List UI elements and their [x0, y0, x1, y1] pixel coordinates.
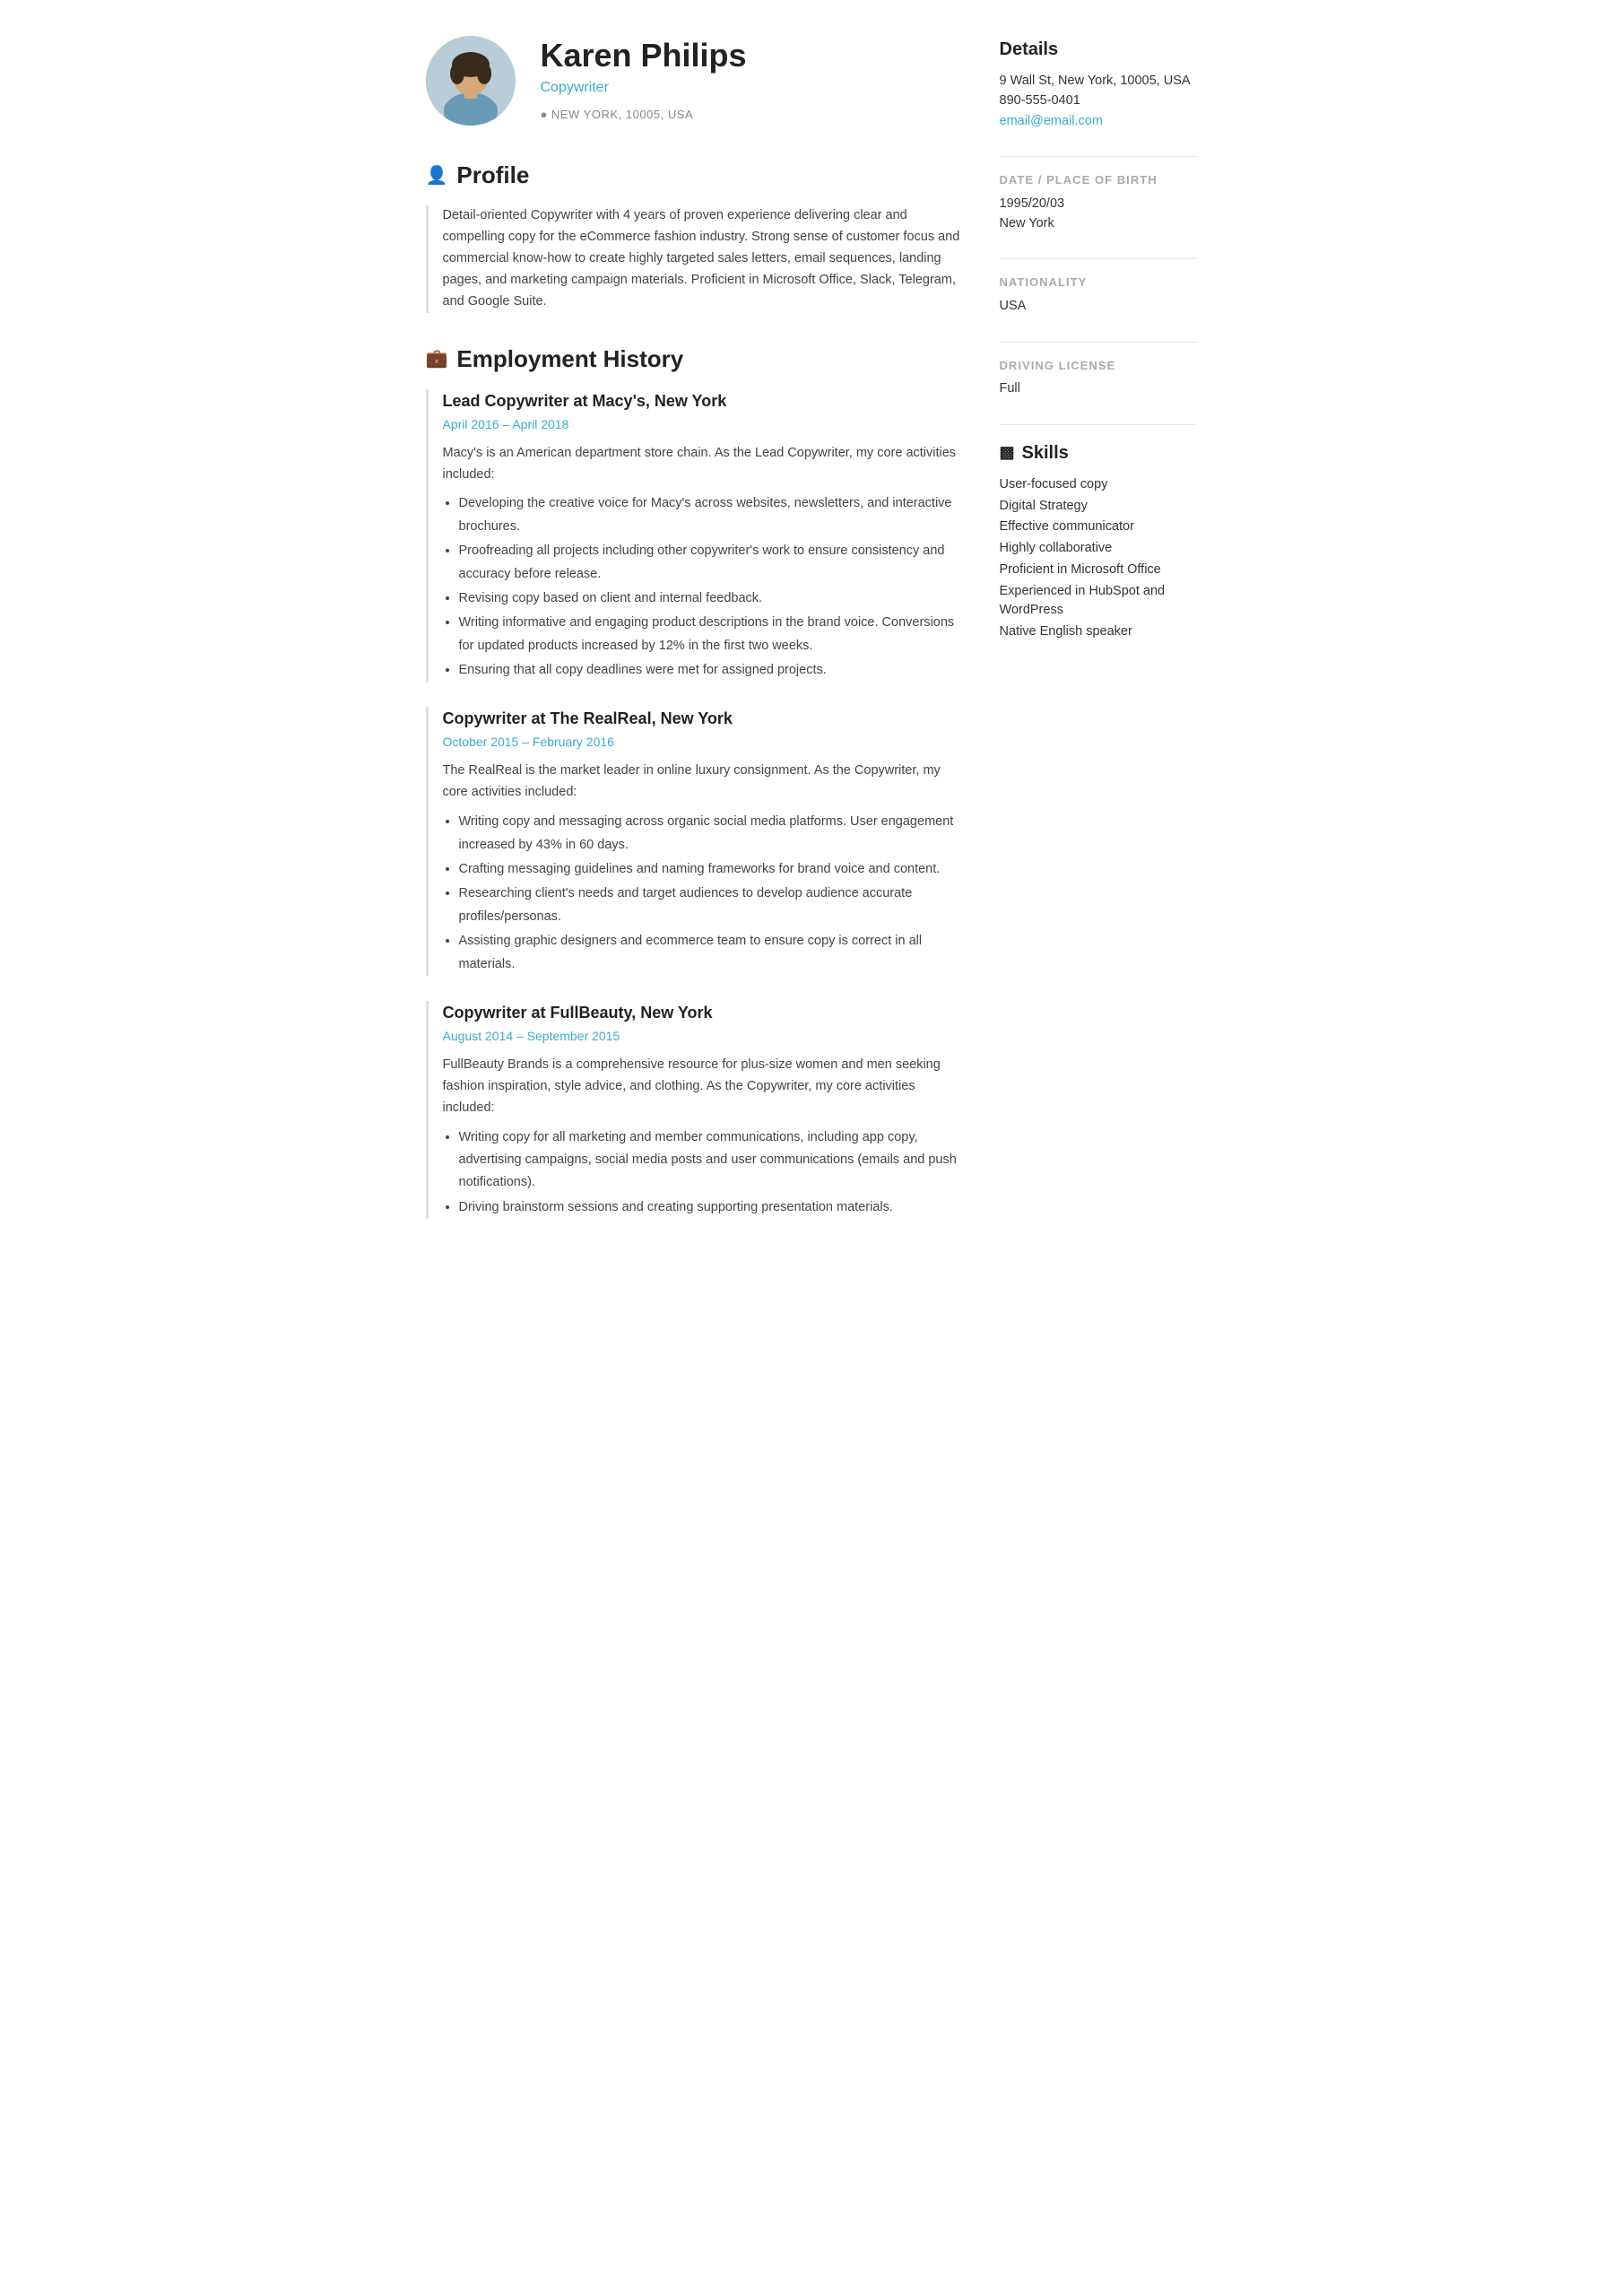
nationality-label: NATIONALITY [1000, 274, 1197, 291]
dob: 1995/20/03 [1000, 195, 1197, 214]
sidebar: Details 9 Wall St, New York, 10005, USA … [1000, 36, 1197, 2260]
job-1-desc: Macy's is an American department store c… [443, 443, 964, 486]
list-item: Developing the creative voice for Macy's… [459, 492, 964, 538]
skill-item: Highly collaborative [1000, 539, 1197, 559]
job-3-dates: August 2014 – September 2015 [443, 1027, 964, 1046]
profile-icon: 👤 [426, 162, 448, 189]
profile-text: Detail-oriented Copywriter with 4 years … [426, 205, 964, 313]
job-2-bullets: Writing copy and messaging across organi… [459, 811, 964, 976]
list-item: Writing copy and messaging across organi… [459, 811, 964, 857]
location-text: NEW YORK, 10005, USA [551, 106, 693, 124]
job-3: Copywriter at FullBeauty, New York Augus… [426, 1001, 964, 1219]
list-item: Crafting messaging guidelines and naming… [459, 858, 964, 881]
list-item: Proofreading all projects including othe… [459, 540, 964, 586]
job-3-desc: FullBeauty Brands is a comprehensive res… [443, 1055, 964, 1119]
job-1: Lead Copywriter at Macy's, New York Apri… [426, 389, 964, 683]
list-item: Writing informative and engaging product… [459, 612, 964, 657]
details-title: Details [1000, 36, 1197, 63]
divider-1 [1000, 156, 1197, 157]
profile-section: 👤 Profile Detail-oriented Copywriter wit… [426, 158, 964, 313]
skill-item: Digital Strategy [1000, 497, 1197, 517]
main-column: Karen Philips Copywriter ● NEW YORK, 100… [426, 36, 964, 2260]
location: ● NEW YORK, 10005, USA [541, 106, 747, 124]
divider-2 [1000, 258, 1197, 259]
avatar [426, 36, 516, 126]
details-section: Details 9 Wall St, New York, 10005, USA … [1000, 36, 1197, 131]
list-item: Assisting graphic designers and ecommerc… [459, 930, 964, 976]
job-2: Copywriter at The RealReal, New York Oct… [426, 707, 964, 975]
job-title-header: Copywriter [541, 77, 747, 99]
skills-title: ▩ Skills [1000, 439, 1197, 466]
skill-item: Effective communicator [1000, 517, 1197, 537]
employment-section: 💼 Employment History Lead Copywriter at … [426, 342, 964, 1220]
driving: Full [1000, 379, 1197, 399]
profile-section-header: 👤 Profile [426, 158, 964, 193]
job-3-bullets: Writing copy for all marketing and membe… [459, 1126, 964, 1220]
location-icon: ● [541, 106, 548, 124]
nationality-section: NATIONALITY USA [1000, 274, 1197, 316]
divider-4 [1000, 424, 1197, 425]
divider-3 [1000, 342, 1197, 343]
header-info: Karen Philips Copywriter ● NEW YORK, 100… [541, 38, 747, 123]
list-item: Revising copy based on client and intern… [459, 587, 964, 610]
list-item: Writing copy for all marketing and membe… [459, 1126, 964, 1195]
job-3-title: Copywriter at FullBeauty, New York [443, 1001, 964, 1025]
job-1-bullets: Developing the creative voice for Macy's… [459, 492, 964, 682]
page-container: Karen Philips Copywriter ● NEW YORK, 100… [408, 0, 1215, 2296]
job-1-title: Lead Copywriter at Macy's, New York [443, 389, 964, 413]
skill-item: Experienced in HubSpot and WordPress [1000, 582, 1197, 622]
employment-icon: 💼 [426, 345, 448, 372]
job-2-desc: The RealReal is the market leader in onl… [443, 761, 964, 804]
nationality: USA [1000, 297, 1197, 317]
driving-section: DRIVING LICENSE Full [1000, 357, 1197, 399]
skill-item: Proficient in Microsoft Office [1000, 561, 1197, 580]
full-name: Karen Philips [541, 38, 747, 74]
driving-label: DRIVING LICENSE [1000, 357, 1197, 375]
list-item: Driving brainstorm sessions and creating… [459, 1196, 964, 1219]
skill-item: User-focused copy [1000, 475, 1197, 495]
phone: 890-555-0401 [1000, 91, 1197, 111]
skills-list: User-focused copy Digital Strategy Effec… [1000, 475, 1197, 642]
birthplace: New York [1000, 214, 1197, 234]
job-2-dates: October 2015 – February 2016 [443, 733, 964, 752]
list-item: Ensuring that all copy deadlines were me… [459, 659, 964, 682]
job-2-title: Copywriter at The RealReal, New York [443, 707, 964, 731]
dob-section: DATE / PLACE OF BIRTH 1995/20/03 New Yor… [1000, 171, 1197, 233]
header: Karen Philips Copywriter ● NEW YORK, 100… [426, 36, 964, 126]
address: 9 Wall St, New York, 10005, USA [1000, 72, 1197, 91]
profile-title: Profile [456, 158, 529, 193]
skill-item: Native English speaker [1000, 622, 1197, 642]
employment-title: Employment History [456, 342, 683, 377]
skills-bar-chart-icon: ▩ [1000, 440, 1015, 465]
skills-section: ▩ Skills User-focused copy Digital Strat… [1000, 439, 1197, 642]
employment-section-header: 💼 Employment History [426, 342, 964, 377]
list-item: Researching client's needs and target au… [459, 883, 964, 928]
email-link[interactable]: email@email.com [1000, 114, 1103, 128]
dob-label: DATE / PLACE OF BIRTH [1000, 171, 1197, 189]
job-1-dates: April 2016 – April 2018 [443, 415, 964, 434]
